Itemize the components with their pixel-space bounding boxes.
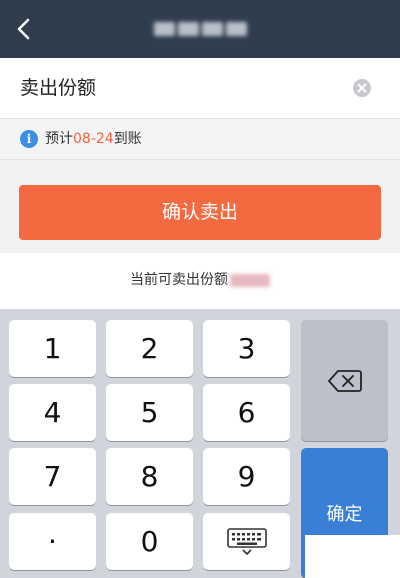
page-title-blurred	[150, 18, 250, 40]
available-amount-blurred	[230, 273, 270, 287]
chevron-left-icon	[17, 18, 30, 40]
back-button[interactable]	[8, 10, 44, 48]
backspace-icon	[327, 369, 362, 392]
arrival-prefix: 预计	[45, 131, 73, 147]
backspace-button[interactable]	[301, 320, 388, 441]
clear-button[interactable]	[352, 78, 372, 98]
key-5[interactable]: 5	[106, 384, 193, 441]
arrival-suffix: 到账	[113, 131, 142, 147]
available-label: 当前可卖出份额	[130, 272, 228, 288]
key-8[interactable]: 8	[106, 448, 193, 505]
key-9[interactable]: 9	[203, 448, 290, 505]
key-6[interactable]: 6	[203, 384, 290, 441]
key-1[interactable]: 1	[9, 320, 96, 377]
white-overlay	[305, 535, 400, 578]
info-icon: i	[20, 130, 38, 148]
share-input[interactable]: 卖出份额	[20, 75, 96, 101]
hide-keyboard-button[interactable]	[203, 513, 290, 570]
key-2[interactable]: 2	[106, 320, 193, 377]
clear-icon	[353, 79, 371, 97]
key-7[interactable]: 7	[9, 448, 96, 505]
key-0[interactable]: 0	[106, 513, 193, 570]
key-dot[interactable]: ·	[9, 513, 96, 570]
available-shares: 当前可卖出份额	[0, 270, 400, 290]
key-4[interactable]: 4	[9, 384, 96, 441]
nav-bar	[0, 0, 400, 58]
confirm-sell-button[interactable]: 确认卖出	[19, 185, 381, 240]
share-input-row[interactable]: 卖出份额	[0, 58, 400, 119]
key-3[interactable]: 3	[203, 320, 290, 377]
keyboard-hide-icon	[226, 527, 267, 555]
arrival-date: 08-24	[73, 131, 114, 147]
arrival-info-text: 预计08-24到账	[45, 130, 142, 148]
